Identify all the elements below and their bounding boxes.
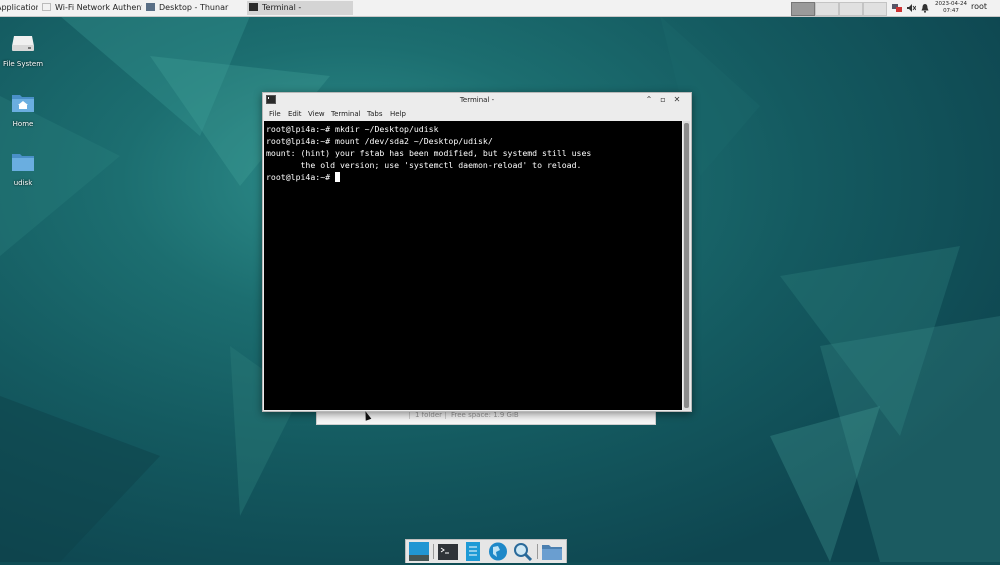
close-button[interactable]: ✕	[672, 95, 682, 105]
task-wifi-auth[interactable]: Wi-Fi Network Authentica...	[40, 1, 142, 15]
task-wifi-auth-label: Wi-Fi Network Authentica...	[55, 3, 142, 12]
search-icon[interactable]	[513, 542, 533, 562]
home-folder-icon	[11, 92, 35, 114]
task-terminal-label: Terminal -	[262, 3, 302, 12]
menu-tabs[interactable]: Tabs	[367, 110, 383, 118]
clock[interactable]: 2023-04-24 07:47	[933, 1, 969, 15]
task-thunar[interactable]: Desktop - Thunar	[144, 1, 246, 15]
desktop-icon-label: udisk	[13, 179, 33, 187]
task-terminal[interactable]: Terminal -	[247, 1, 353, 15]
dock-separator	[433, 544, 434, 559]
notification-bell-icon[interactable]	[920, 3, 930, 13]
clock-date: 2023-04-24	[935, 1, 967, 7]
volume-muted-icon[interactable]	[906, 3, 917, 13]
minimize-button[interactable]: ⌃	[644, 95, 654, 105]
desktop-icon-filesystem[interactable]: File System	[0, 32, 48, 68]
window-icon	[42, 3, 51, 11]
top-panel: Applications Wi-Fi Network Authentica...…	[0, 0, 1000, 17]
workspace-1[interactable]	[791, 2, 815, 16]
terminal-prompt: root@lpi4a:~#	[266, 172, 336, 182]
user-menu[interactable]: root	[971, 2, 987, 11]
workspace-4[interactable]	[863, 2, 887, 16]
menu-view[interactable]: View	[308, 110, 325, 118]
thunar-status-items: 1 folder	[409, 411, 442, 419]
workspace-2[interactable]	[815, 2, 839, 16]
desktop-icon-label: File System	[2, 60, 44, 68]
terminal-line: mount: (hint) your fstab has been modifi…	[266, 148, 592, 158]
desktop-icon	[146, 3, 155, 11]
thunar-status-free: Free space: 1.9 GiB	[445, 411, 519, 419]
folder-icon	[11, 151, 35, 173]
scrollbar-thumb[interactable]	[684, 123, 689, 408]
network-icon[interactable]	[892, 3, 902, 13]
desktop-icon-udisk[interactable]: udisk	[0, 151, 48, 187]
terminal-scrollbar[interactable]	[683, 121, 690, 410]
terminal-line: the old version; use 'systemctl daemon-r…	[266, 160, 582, 170]
dock-separator	[537, 544, 538, 559]
terminal-window[interactable]: Terminal - ⌃ ▫ ✕ File Edit View Terminal…	[262, 92, 692, 412]
menu-help[interactable]: Help	[390, 110, 406, 118]
applications-menu-label: Applications	[0, 3, 38, 12]
desktop-icon-home[interactable]: Home	[0, 92, 48, 128]
menu-edit[interactable]: Edit	[288, 110, 302, 118]
menu-terminal[interactable]: Terminal	[331, 110, 361, 118]
terminal-title: Terminal -	[459, 96, 495, 104]
terminal-menubar: File Edit View Terminal Tabs Help	[263, 108, 691, 120]
web-browser-launcher-icon[interactable]	[488, 542, 508, 561]
dock	[405, 539, 567, 563]
terminal-prompt-line: root@lpi4a:~#	[266, 171, 682, 183]
menu-file[interactable]: File	[269, 110, 281, 118]
applications-menu[interactable]: Applications	[0, 1, 38, 15]
show-desktop-icon[interactable]	[409, 542, 429, 561]
maximize-button[interactable]: ▫	[658, 95, 668, 105]
terminal-cursor	[335, 172, 341, 182]
terminal-output[interactable]: root@lpi4a:~# mkdir ~/Desktop/udisk root…	[264, 121, 682, 410]
terminal-titlebar[interactable]: Terminal - ⌃ ▫ ✕	[263, 93, 691, 107]
terminal-line: root@lpi4a:~# mount /dev/sda2 ~/Desktop/…	[266, 136, 493, 146]
clock-time: 07:47	[943, 8, 959, 14]
desktop-icon-label: Home	[12, 120, 34, 128]
terminal-launcher-icon[interactable]	[438, 542, 458, 561]
task-thunar-label: Desktop - Thunar	[159, 3, 229, 12]
terminal-line: root@lpi4a:~# mkdir ~/Desktop/udisk	[266, 124, 439, 134]
drive-icon	[11, 32, 35, 54]
folder-launcher-icon[interactable]	[542, 542, 562, 561]
workspace-3[interactable]	[839, 2, 863, 16]
terminal-icon	[249, 3, 258, 11]
file-manager-launcher-icon[interactable]	[463, 542, 483, 561]
